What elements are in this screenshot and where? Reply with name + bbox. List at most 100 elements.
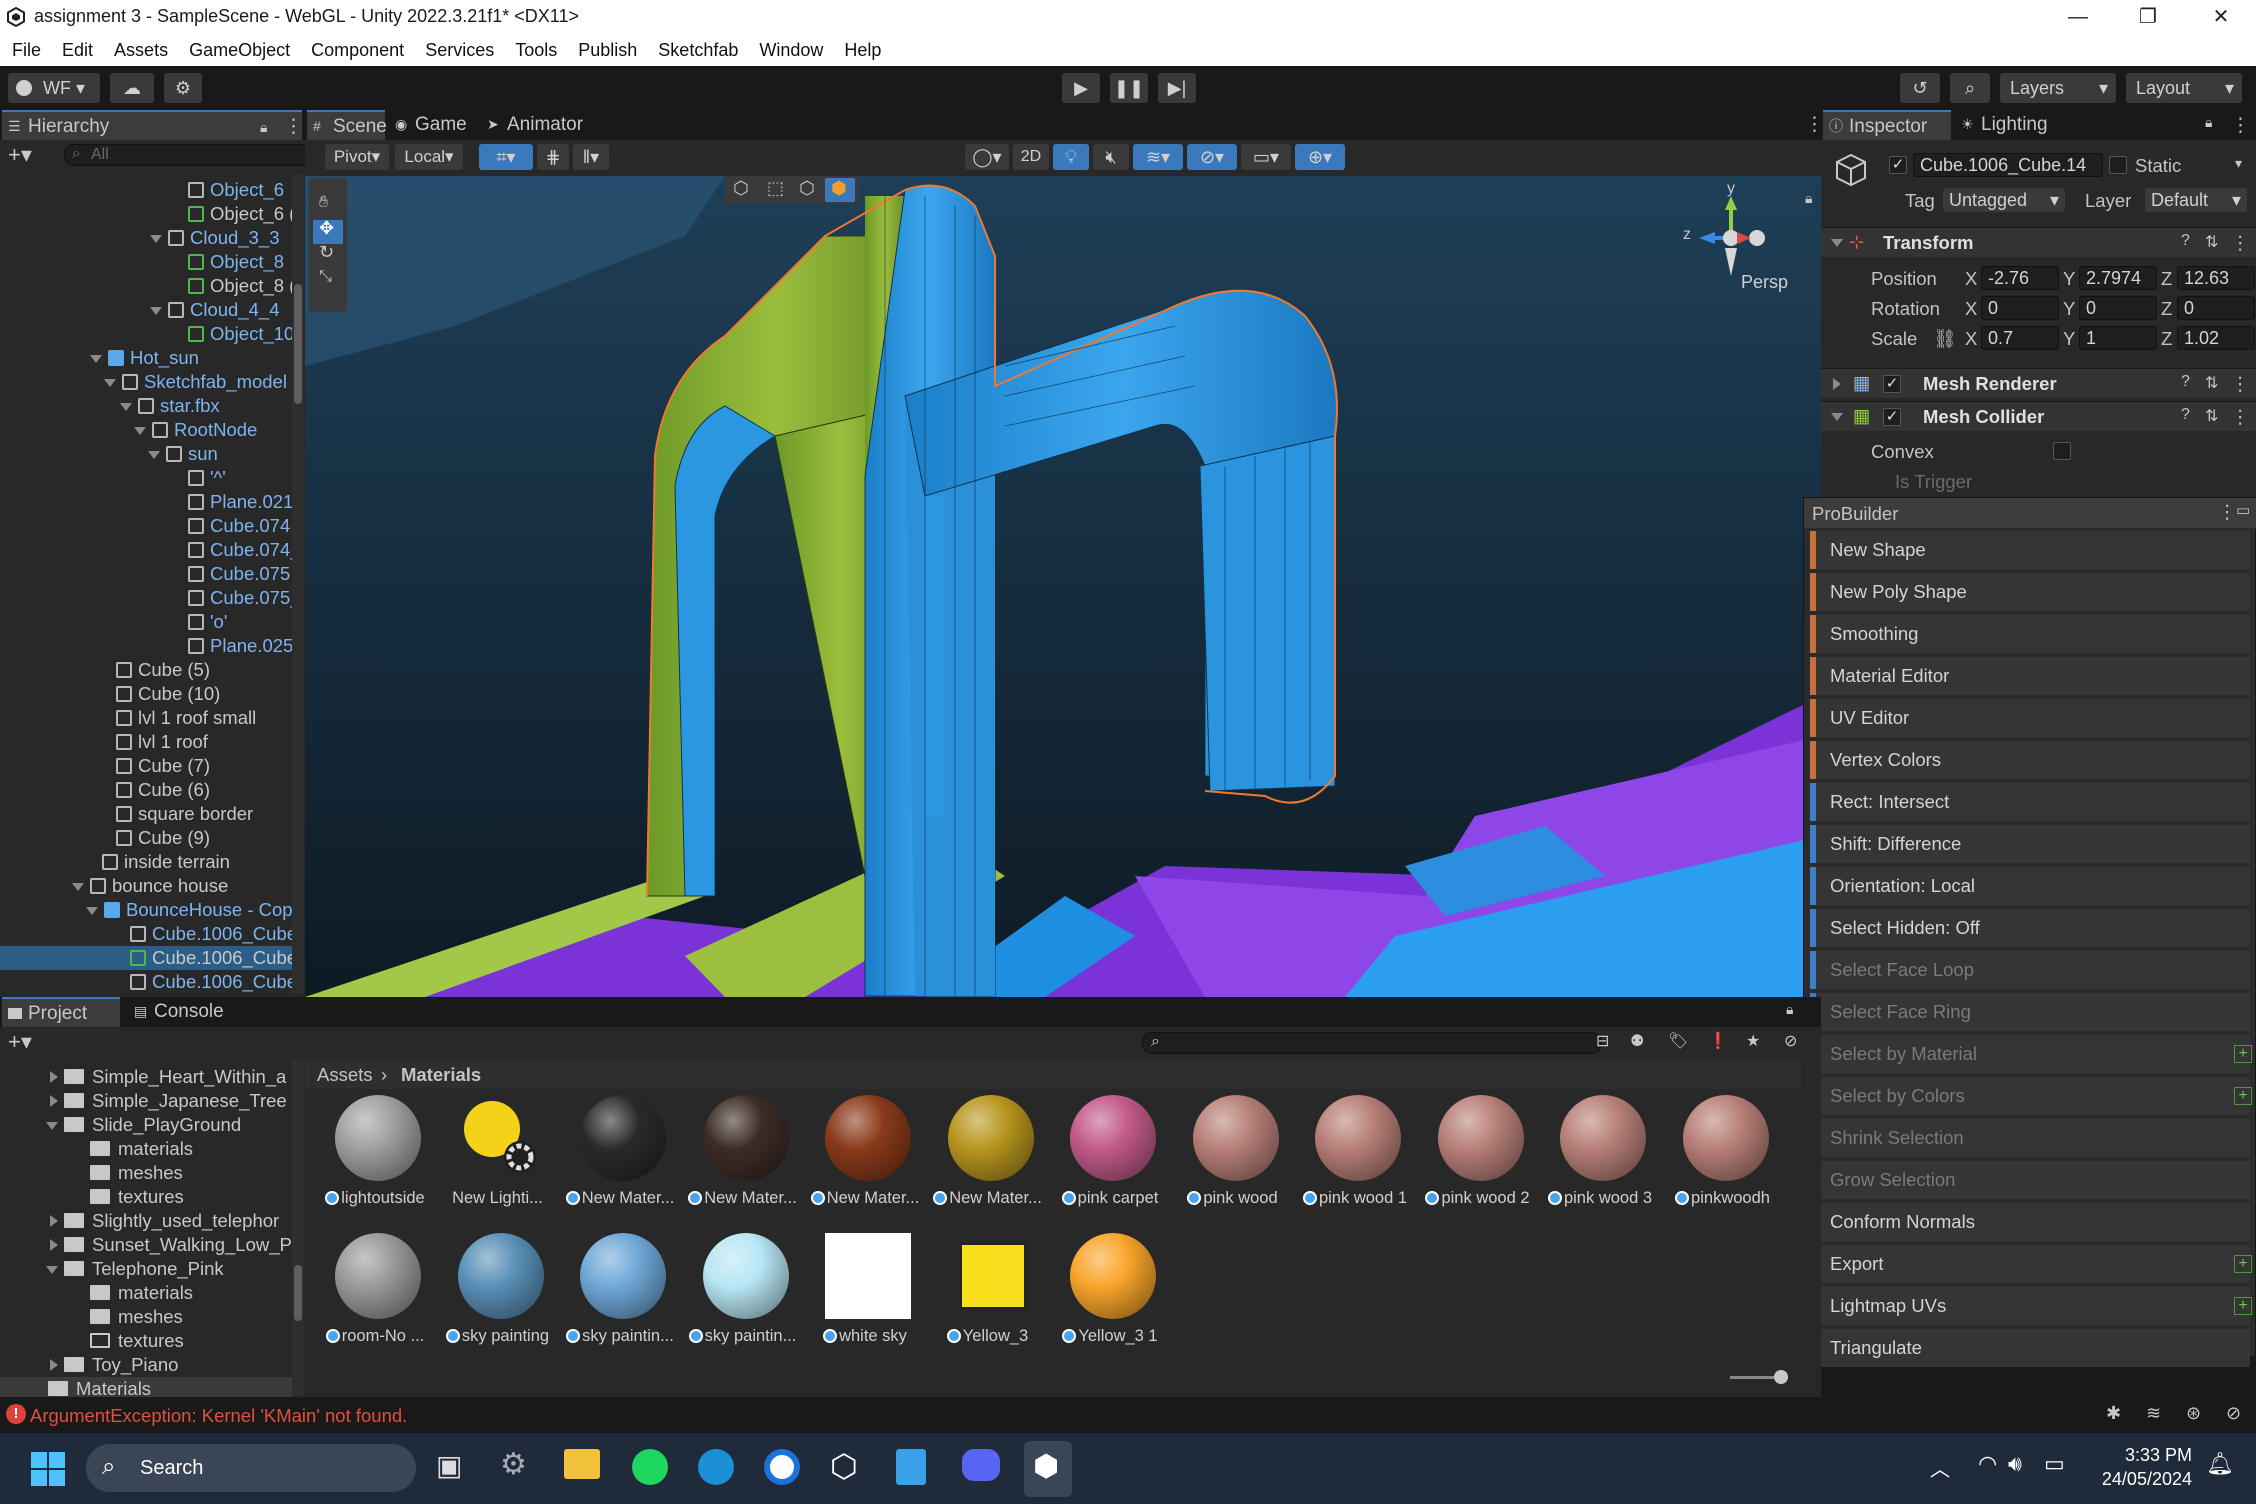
hierarchy-item[interactable]: Cube.1006_Cube.1412 xyxy=(0,922,292,946)
menu-sketchfab[interactable]: Sketchfab xyxy=(658,34,738,61)
scale-z-field[interactable]: 1.02 xyxy=(2177,326,2255,350)
hierarchy-item[interactable]: Cube (7) xyxy=(0,754,292,778)
clock-date[interactable]: 24/05/2024 xyxy=(2086,1469,2192,1490)
probuilder-item[interactable]: Select Face Loop xyxy=(1810,951,2250,989)
file-explorer-icon[interactable] xyxy=(564,1449,600,1479)
edge-icon[interactable] xyxy=(698,1449,734,1485)
probuilder-item[interactable]: Select by Colors + xyxy=(1810,1077,2252,1115)
minimize-button[interactable]: — xyxy=(2053,2,2103,32)
scrollbar-thumb[interactable] xyxy=(294,284,302,404)
layers-dropdown[interactable]: Layers ▾ xyxy=(2000,73,2116,103)
hierarchy-item[interactable]: Cube.075 xyxy=(0,562,292,586)
tab-console[interactable]: ▤ Console xyxy=(128,997,258,1027)
hierarchy-item[interactable]: Cube (6) xyxy=(0,778,292,802)
expand-arrow-icon[interactable] xyxy=(120,403,132,411)
gizmos-button[interactable]: ⊕▾ xyxy=(1295,144,1345,170)
hierarchy-item[interactable]: Object_6 xyxy=(0,178,292,202)
layout-dropdown[interactable]: Layout ▾ xyxy=(2126,73,2242,103)
hierarchy-item[interactable]: Object_8 xyxy=(0,250,292,274)
settings-app-icon[interactable]: ⚙ xyxy=(500,1447,527,1482)
hierarchy-item[interactable]: Object_6 (1) xyxy=(0,202,292,226)
options-plus-icon[interactable]: + xyxy=(2234,1045,2252,1063)
probuilder-item[interactable]: Select Face Ring xyxy=(1810,993,2250,1031)
more-icon[interactable]: ⋮ xyxy=(2231,114,2250,137)
expand-arrow-icon[interactable] xyxy=(134,427,146,435)
help-icon[interactable]: ? xyxy=(2181,373,2190,391)
layers-icon[interactable]: ≋ xyxy=(2146,1403,2161,1424)
probuilder-item[interactable]: Rect: Intersect xyxy=(1810,783,2250,821)
object-name-field[interactable]: Cube.1006_Cube.14 xyxy=(1913,153,2103,177)
pause-button[interactable]: ❚❚ xyxy=(1110,73,1148,103)
hierarchy-item[interactable]: square border xyxy=(0,802,292,826)
hierarchy-item[interactable]: Cloud_4_4 xyxy=(0,298,292,322)
asset-tile[interactable]: pink wood 2 xyxy=(1416,1089,1536,1229)
probuilder-tab[interactable]: ProBuilder ⋮ ▭ xyxy=(1804,498,2256,528)
menu-window[interactable]: Window xyxy=(759,34,823,61)
expand-arrow-icon[interactable] xyxy=(86,907,98,915)
hierarchy-item[interactable]: inside terrain xyxy=(0,850,292,874)
wifi-icon[interactable]: ◠ xyxy=(1978,1451,1997,1477)
hierarchy-item[interactable]: Cloud_3_3 xyxy=(0,226,292,250)
add-icon[interactable]: +▾ xyxy=(8,1029,32,1055)
hierarchy-scrollbar[interactable] xyxy=(292,174,304,994)
account-dropdown[interactable]: WF ▾ xyxy=(8,73,100,103)
menu-tools[interactable]: Tools xyxy=(515,34,557,61)
step-button[interactable]: ▶| xyxy=(1158,73,1196,103)
windows-start-icon[interactable] xyxy=(30,1451,66,1487)
probuilder-item[interactable]: Shrink Selection xyxy=(1810,1119,2250,1157)
expand-arrow-icon[interactable] xyxy=(104,379,116,387)
menu-publish[interactable]: Publish xyxy=(578,34,637,61)
rect-mode-icon[interactable]: ⬚ xyxy=(767,178,784,199)
hierarchy-item[interactable]: Plane.021_St xyxy=(0,490,292,514)
tag-dropdown[interactable]: Untagged ▾ xyxy=(1943,188,2065,212)
clock-time[interactable]: 3:33 PM xyxy=(2086,1445,2192,1466)
shading-mode-button[interactable]: ◯▾ xyxy=(965,144,1009,170)
effects-toggle[interactable]: ≋▾ xyxy=(1133,144,1183,170)
position-y-field[interactable]: 2.7974 xyxy=(2079,266,2157,290)
static-checkbox[interactable] xyxy=(2109,156,2127,174)
expand-arrow-icon[interactable] xyxy=(148,451,160,459)
task-view-icon[interactable]: ▣ xyxy=(436,1449,462,1482)
probuilder-item[interactable]: UV Editor xyxy=(1810,699,2250,737)
error-message[interactable]: ArgumentException: Kernel 'KMain' not fo… xyxy=(30,1405,407,1427)
asset-tile[interactable]: white sky xyxy=(803,1227,923,1367)
hierarchy-item[interactable]: Object_10 xyxy=(0,322,292,346)
2d-toggle[interactable]: 2D xyxy=(1013,144,1049,170)
scale-y-field[interactable]: 1 xyxy=(2079,326,2157,350)
lock-icon[interactable]: 🔒︎ xyxy=(2205,114,2212,131)
probuilder-item[interactable]: Select by Material + xyxy=(1810,1035,2252,1073)
lock-icon[interactable]: 🔒︎ xyxy=(1786,1001,1793,1018)
search-button[interactable]: ⌕ xyxy=(1950,73,1990,103)
hierarchy-item[interactable]: Cube (9) xyxy=(0,826,292,850)
face-mode-icon[interactable]: ⬡ xyxy=(799,178,815,199)
expand-arrow-icon[interactable] xyxy=(150,307,162,315)
hierarchy-item[interactable]: Plane.025_St xyxy=(0,634,292,658)
position-x-field[interactable]: -2.76 xyxy=(1981,266,2059,290)
scene-viewport[interactable]: ✋︎ ✥ ↻ ⤡ ⬡ ⬚ ⬡ ⬢ y z Persp 🔒︎ xyxy=(305,176,1821,997)
maximize-button[interactable]: ❐ xyxy=(2123,2,2173,32)
zoom-slider[interactable] xyxy=(1730,1370,1788,1384)
menu-component[interactable]: Component xyxy=(311,34,404,61)
expand-arrow-icon[interactable] xyxy=(46,1266,58,1274)
asset-tile[interactable]: New Mater... xyxy=(803,1089,923,1229)
hierarchy-filter-icon[interactable]: ⊟ xyxy=(1596,1031,1609,1051)
collapse-arrow-icon[interactable] xyxy=(50,1239,58,1251)
menu-gameobject[interactable]: GameObject xyxy=(189,34,290,61)
project-tree-scrollbar[interactable] xyxy=(292,1059,304,1395)
expand-arrow-icon[interactable] xyxy=(46,1122,58,1130)
type-filter-icon[interactable]: ⚉ xyxy=(1630,1031,1644,1051)
tab-project[interactable]: Project xyxy=(2,997,120,1027)
unity-editor-taskbar-button[interactable]: ⬢ xyxy=(1024,1441,1072,1497)
options-plus-icon[interactable]: + xyxy=(2234,1255,2252,1273)
chevron-up-icon[interactable]: ︿ xyxy=(1930,1453,1950,1482)
more-icon[interactable]: ⋮ xyxy=(2231,232,2250,254)
favorite-icon[interactable]: ★ xyxy=(1746,1031,1760,1051)
help-icon[interactable]: ? xyxy=(2181,406,2190,424)
menu-help[interactable]: Help xyxy=(844,34,881,61)
debug-icon[interactable]: ⊛ xyxy=(2186,1403,2201,1424)
probuilder-item[interactable]: Export + xyxy=(1810,1245,2252,1283)
add-icon[interactable]: +▾ xyxy=(8,142,32,168)
asset-tile[interactable]: lightoutside xyxy=(313,1089,433,1229)
rotate-tool-icon[interactable]: ↻ xyxy=(319,242,334,263)
hierarchy-item[interactable]: Cube.074_St xyxy=(0,538,292,562)
